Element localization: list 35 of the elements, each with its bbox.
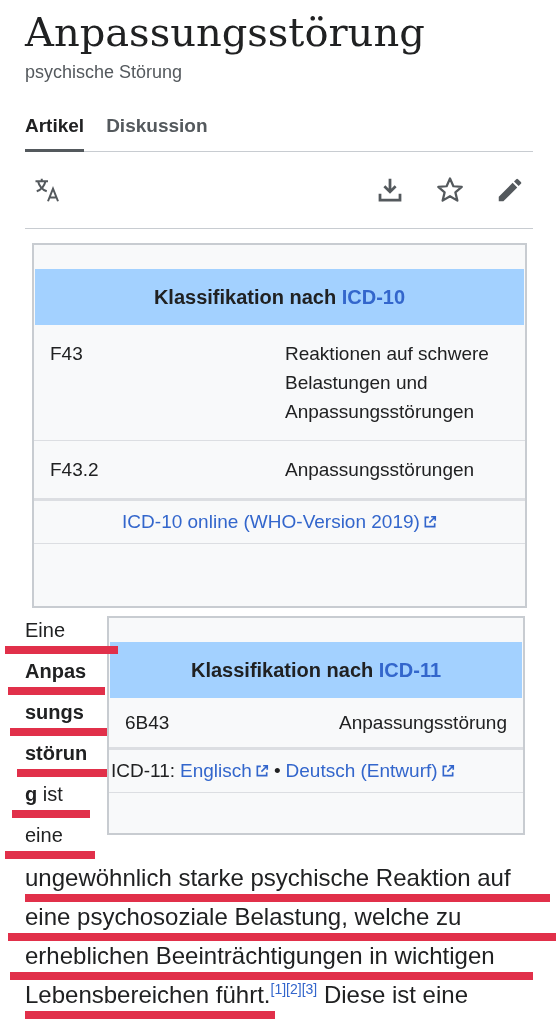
classification-code: F43.2: [50, 458, 100, 482]
reference-link[interactable]: [2]: [286, 981, 302, 997]
reference-link[interactable]: [1]: [270, 981, 287, 997]
tab[interactable]: Diskussion: [106, 109, 208, 152]
text-line: Anpas: [25, 659, 88, 684]
classification-code: 6B43: [125, 711, 171, 735]
text-line: störun: [25, 741, 89, 766]
text-line: eine: [25, 823, 64, 848]
page-subtitle: psychische Störung: [25, 62, 184, 83]
text-line: sungs: [25, 700, 85, 725]
infobox-header: Klassifikation nach ICD-10: [35, 269, 524, 325]
star-icon[interactable]: [435, 175, 465, 205]
classification-text: Reaktionen auf schwere Belastungen und Anpassungsstörungen: [285, 342, 490, 424]
external-link-icon: [440, 764, 455, 778]
separator: •: [273, 760, 281, 782]
text-line: Eine: [25, 618, 67, 643]
text-line: ungewöhnlich starke psychische Reaktion auf: [25, 864, 512, 892]
external-link[interactable]: ICD-10 online (WHO-Version 2019): [122, 511, 437, 532]
tab[interactable]: Artikel: [25, 109, 85, 152]
icd-link[interactable]: ICD-10: [341, 285, 406, 308]
classification-text: Anpassungsstörung: [339, 711, 507, 735]
external-link[interactable]: Englisch: [180, 760, 269, 782]
footer-label: ICD-11:: [111, 760, 176, 782]
external-link-icon: [254, 764, 269, 778]
text-line: g ist: [25, 782, 64, 807]
icd-link[interactable]: ICD-11: [378, 658, 442, 681]
external-link-icon: [422, 515, 437, 529]
text-line: erheblichen Beeinträchtigungen in wichtigen: [25, 942, 496, 970]
page-title: Anpassungsstörung: [25, 8, 426, 57]
text-line: eine psychosoziale Belastung, welche zu: [25, 903, 463, 931]
classification-code: F43: [50, 342, 84, 366]
classification-text: Anpassungsstörungen: [285, 458, 476, 482]
infobox-header: Klassifikation nach ICD-11: [110, 642, 522, 698]
reference-link[interactable]: [3]: [301, 981, 318, 997]
external-link[interactable]: Deutsch (Entwurf): [285, 760, 455, 782]
